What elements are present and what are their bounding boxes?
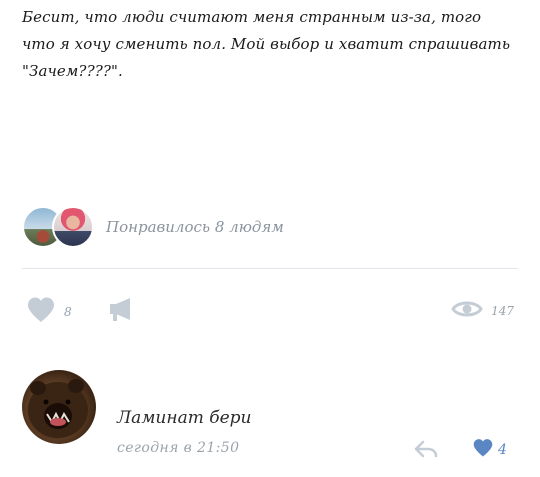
post-text: Бесит, что люди считают меня странным из… [22,4,522,85]
heart-icon [26,296,56,328]
megaphone-icon [108,298,136,328]
post-actions: 8 147 [22,294,518,328]
reply-arrow-icon [414,440,438,462]
views-counter: 147 [451,298,514,324]
heart-icon [472,438,494,462]
post-text-line: "Зачем????". [22,62,123,80]
share-button[interactable] [108,296,136,328]
reply-button[interactable] [414,440,438,462]
divider [22,268,518,269]
like-button[interactable]: 8 [26,296,72,328]
eye-icon [451,298,483,324]
post-text-line: что я хочу сменить пол. Мой выбор и хват… [22,35,511,53]
views-count: 147 [491,304,514,318]
comment-author-name[interactable]: Ламинат бери [117,408,252,428]
comment-like-count: 4 [498,442,507,458]
like-count: 8 [64,305,72,319]
post-text-line: Бесит, что люди считают меня странным из… [22,8,482,26]
comment-like-button[interactable]: 4 [472,438,507,462]
liker-avatar[interactable] [52,206,94,248]
likers-row[interactable]: Понравилось 8 людям [22,204,284,250]
comment-timestamp: сегодня в 21:50 [117,440,240,456]
comment-item: Ламинат бери сегодня в 21:50 4 [22,370,518,470]
likes-summary-text[interactable]: Понравилось 8 людям [106,218,284,236]
comment-author-avatar[interactable] [22,370,96,444]
